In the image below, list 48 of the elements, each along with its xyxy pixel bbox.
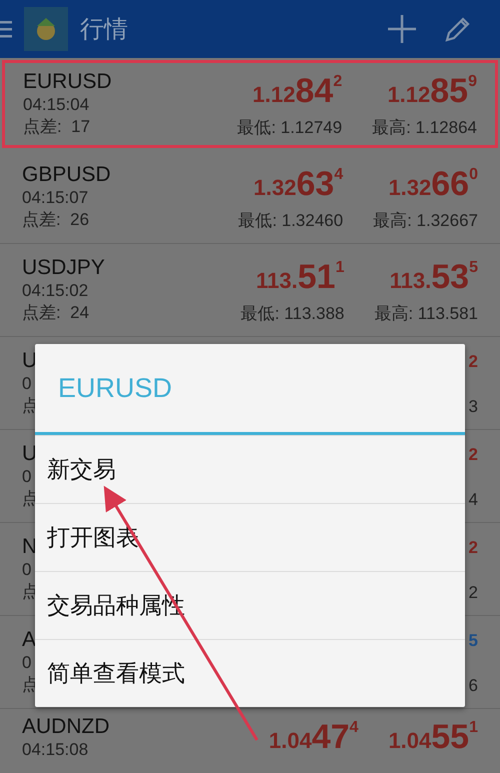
quote-time: 04:15:07	[22, 187, 90, 209]
symbol-name: AUDNZD	[22, 715, 110, 739]
spread: 点差: 26	[22, 209, 90, 231]
bid-price: 1.3263$^{4}$	[254, 164, 344, 205]
ask-price: 1.3266$^{0}$	[388, 164, 478, 205]
quote-row[interactable]: GBPUSD 04:15:07 点差: 26 1.3263$^{4}$ 最低: 1.32460 1.3266$^{0}$ 最高: 1.32667	[0, 151, 500, 244]
quote-row[interactable]: USDJPY 04:15:02 点差: 24 113.51$^{1}$ 最低: 113.388 113.53$^{5}$ 最高: 113.581	[0, 244, 500, 337]
spread: 点差: 24	[22, 302, 90, 324]
menu-item[interactable]: 简单查看模式	[35, 639, 465, 707]
spread: 点差: 17	[23, 116, 92, 138]
high-price: 2	[468, 582, 478, 604]
low-price: 最低: 1.12749	[237, 117, 342, 139]
high-price: 3	[468, 396, 478, 418]
quote-row[interactable]: AUDNZD 04:15:08 1.0447$^{4}$ 1.0455$^{1}$	[0, 709, 500, 773]
menu-icon[interactable]	[0, 19, 12, 39]
ask-price: 2	[468, 351, 478, 373]
symbol-name: USDJPY	[22, 256, 105, 280]
ask-price: 5	[468, 630, 478, 652]
screen-title: 行情	[80, 15, 129, 45]
quote-time: 0	[22, 559, 32, 581]
menu-item[interactable]: 新交易	[35, 435, 465, 503]
quote-time: 04:15:08	[22, 739, 90, 761]
symbol-name: EURUSD	[23, 70, 112, 94]
high-price: 6	[468, 675, 478, 697]
high-price: 最高: 1.12864	[372, 117, 477, 139]
symbol-name: A	[22, 628, 38, 652]
quote-time: 0	[22, 373, 32, 395]
quote-time: 04:15:04	[23, 94, 90, 116]
ask-price: 113.53$^{5}$	[390, 257, 478, 298]
highlighted-quote-row[interactable]: EURUSD 04:15:04 点差: 17 1.1284$^{2}$ 最低: 1.12749 1.1285$^{9}$ 最高: 1.12864	[2, 60, 498, 148]
bid-price: 1.1284$^{2}$	[252, 71, 342, 112]
quote-time: 04:15:02	[22, 280, 90, 302]
ask-price: 1.1285$^{9}$	[387, 71, 477, 112]
dialog-title: EURUSD	[35, 344, 465, 435]
symbol-name: GBPUSD	[22, 163, 111, 187]
high-price: 最高: 1.32667	[373, 210, 478, 232]
ask-price: 2	[468, 537, 478, 559]
quote-time: 0	[22, 466, 32, 488]
high-price: 4	[468, 489, 478, 511]
quote-time: 0	[22, 652, 32, 674]
ask-price: 2	[468, 444, 478, 466]
low-price: 最低: 1.32460	[238, 210, 344, 232]
high-price: 最高: 113.581	[374, 303, 478, 325]
bid-price: 113.51$^{1}$	[256, 257, 344, 298]
low-price: 最低: 113.388	[240, 303, 344, 325]
app-logo-icon	[24, 7, 68, 51]
bid-price: 1.0447$^{4}$	[268, 717, 358, 758]
ask-price: 1.0455$^{1}$	[388, 717, 478, 758]
